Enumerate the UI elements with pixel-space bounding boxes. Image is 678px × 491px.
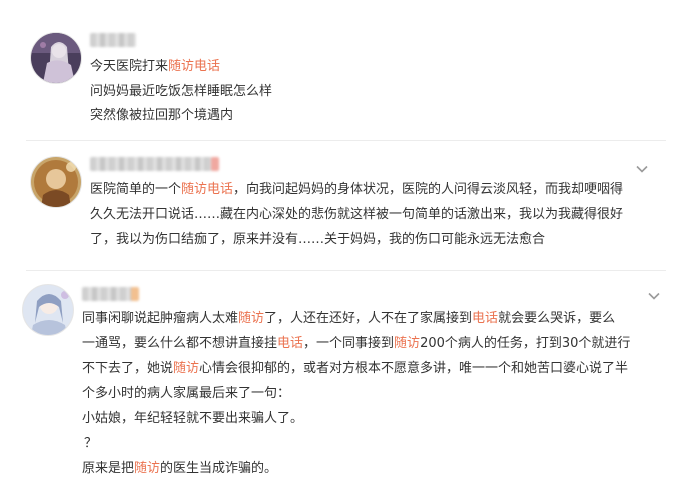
comment-line: 同事闲聊说起肿瘤病人太难随访了，人还在还好，人不在了家属接到电话就会要么哭诉，要…: [82, 311, 616, 326]
keyword-highlight: 随访: [134, 461, 161, 476]
chevron-down-icon[interactable]: [636, 163, 648, 175]
divider: [26, 270, 666, 271]
comment-line: 不下去了，她说随访心情会很抑郁的，或者对方根本不愿意多讲，唯一一个和她苦口婆心说…: [82, 361, 629, 376]
chevron-down-icon[interactable]: [648, 290, 660, 302]
username-blurred[interactable]: [82, 287, 139, 301]
keyword-highlight: 随访: [173, 361, 200, 376]
comment-line: 原来是把随访的医生当成诈骗的。: [82, 461, 278, 476]
comment-line: 今天医院打来随访电话: [90, 59, 221, 74]
comment-line: 医院简单的一个随访电话，向我问起妈妈的身体状况，医院的人问得云淡风轻，而我却哽咽…: [90, 182, 624, 197]
comment-feed: 今天医院打来随访电话 问妈妈最近吃饭怎样睡眠怎么样 突然像被拉回那个境遇内 医院…: [0, 0, 678, 491]
comment-line: 久久无法开口说话……藏在内心深处的悲伤就这样被一句简单的话激出来，我以为我藏得很…: [90, 207, 624, 222]
keyword-highlight: 电话: [277, 336, 304, 351]
avatar[interactable]: [22, 284, 74, 336]
comment-line: 了，我以为伤口结痂了，原来并没有……关于妈妈，我的伤口可能永远无法愈合: [90, 232, 546, 247]
keyword-highlight: 随访电话: [168, 59, 221, 74]
comment-line: ？: [84, 436, 98, 451]
comment-line: 个多小时的病人家属最后来了一句：: [82, 386, 291, 401]
comment-line: 问妈妈最近吃饭怎样睡眠怎么样: [90, 84, 273, 99]
comment-line: 小姑娘，年纪轻轻就不要出来骗人了。: [82, 411, 304, 426]
username-blurred[interactable]: [90, 33, 136, 47]
keyword-highlight: 电话: [472, 311, 499, 326]
avatar[interactable]: [30, 156, 82, 208]
avatar[interactable]: [30, 32, 82, 84]
keyword-highlight: 随访电话: [181, 182, 234, 197]
comment-line: 突然像被拉回那个境遇内: [90, 108, 234, 123]
username-blurred[interactable]: [90, 157, 219, 171]
divider: [26, 140, 666, 141]
keyword-highlight: 随访: [238, 311, 265, 326]
comment-line: 一通骂，要么什么都不想讲直接挂电话，一个同事接到随访200个病人的任务，打到30…: [82, 336, 631, 351]
keyword-highlight: 随访: [394, 336, 421, 351]
